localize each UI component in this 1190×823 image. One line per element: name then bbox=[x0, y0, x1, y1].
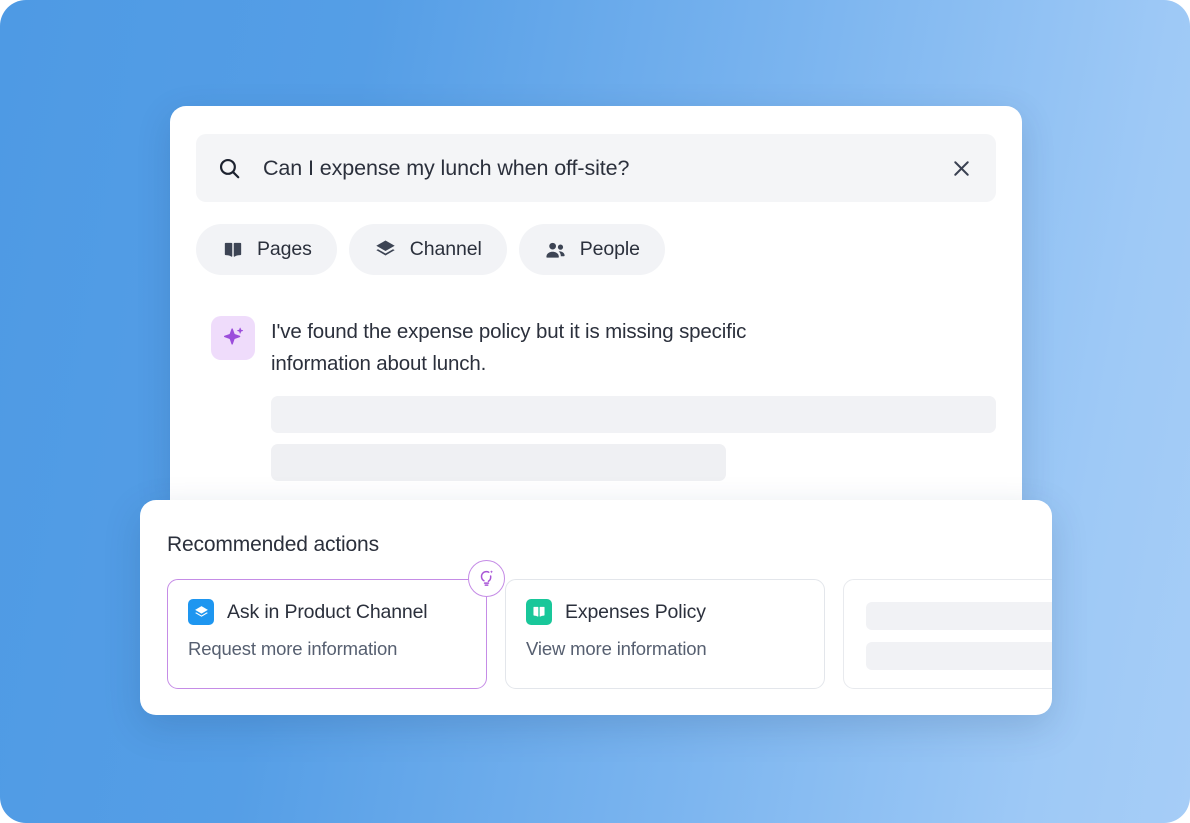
filter-chip-label: Channel bbox=[409, 238, 482, 260]
search-bar[interactable]: Can I expense my lunch when off-site? bbox=[196, 134, 996, 202]
recommended-action-subtitle: View more information bbox=[526, 638, 707, 659]
search-input[interactable]: Can I expense my lunch when off-site? bbox=[263, 156, 948, 181]
layers-icon bbox=[188, 599, 214, 625]
recommended-actions-title: Recommended actions bbox=[167, 533, 379, 556]
search-panel: Can I expense my lunch when off-site? bbox=[170, 106, 1022, 502]
people-icon bbox=[544, 238, 567, 261]
ai-answer: I've found the expense policy but it is … bbox=[211, 315, 851, 380]
filter-chip-pages[interactable]: Pages bbox=[196, 224, 337, 275]
layers-icon bbox=[374, 238, 397, 261]
search-icon bbox=[216, 155, 242, 181]
lightbulb-sparkle-icon[interactable] bbox=[468, 560, 505, 597]
recommended-action-subtitle: Request more information bbox=[188, 638, 398, 659]
recommended-actions-panel: Recommended actions Ask in Product Chann… bbox=[140, 500, 1052, 715]
filter-chip-group: Pages Channel People bbox=[196, 224, 665, 275]
skeleton-bar bbox=[866, 602, 1052, 630]
filter-chip-channel[interactable]: Channel bbox=[348, 224, 507, 275]
recommended-action-card[interactable]: Expenses Policy View more information bbox=[505, 579, 825, 689]
sparkle-icon bbox=[211, 316, 255, 360]
recommended-action-card-placeholder[interactable] bbox=[843, 579, 1052, 689]
recommended-action-header: Ask in Product Channel bbox=[188, 599, 466, 625]
book-icon bbox=[526, 599, 552, 625]
skeleton-bar bbox=[866, 642, 1052, 670]
book-icon bbox=[221, 238, 244, 261]
close-icon[interactable] bbox=[948, 155, 974, 181]
filter-chip-label: People bbox=[579, 238, 640, 260]
result-skeleton-line bbox=[271, 444, 726, 481]
filter-chip-label: Pages bbox=[257, 238, 312, 260]
screenshot-root: Can I expense my lunch when off-site? Pa… bbox=[0, 0, 1190, 823]
recommended-actions-list: Ask in Product Channel Request more info… bbox=[167, 560, 1052, 689]
recommended-action-title: Expenses Policy bbox=[565, 600, 706, 623]
filter-chip-people[interactable]: People bbox=[518, 224, 665, 275]
recommended-action-card[interactable]: Ask in Product Channel Request more info… bbox=[167, 560, 505, 689]
ai-answer-text: I've found the expense policy but it is … bbox=[271, 320, 747, 375]
result-skeleton-line bbox=[271, 396, 996, 433]
recommended-action-header: Expenses Policy bbox=[526, 599, 804, 625]
recommended-action-title: Ask in Product Channel bbox=[227, 600, 428, 623]
